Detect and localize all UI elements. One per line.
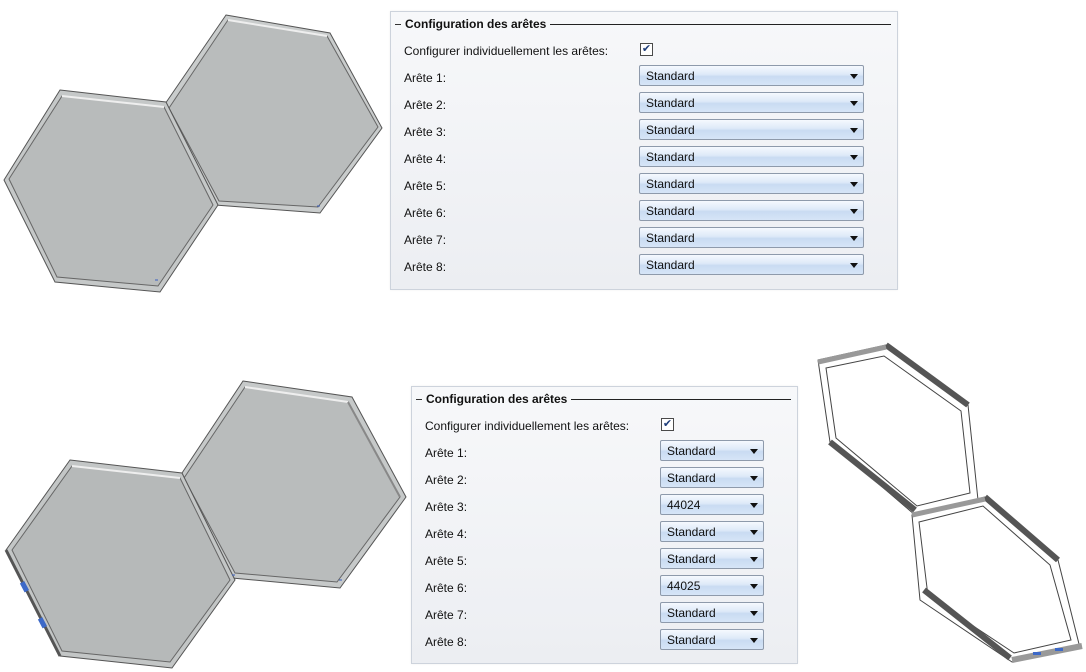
chevron-down-icon bbox=[750, 638, 758, 643]
edge-1-value: Standard bbox=[646, 69, 695, 83]
edge-4-select[interactable]: Standard bbox=[660, 521, 764, 542]
hexagon-model-top bbox=[3, 14, 383, 293]
edge-7-label: Arête 7: bbox=[404, 233, 447, 247]
edge-1-value: Standard bbox=[667, 444, 716, 458]
title-dash bbox=[416, 398, 422, 400]
edge-4-label: Arête 4: bbox=[425, 527, 468, 541]
edge-config-panel-top: Configuration des arêtes Configurer indi… bbox=[390, 11, 898, 290]
edge-6-value: 44025 bbox=[667, 579, 701, 593]
edge-8-label: Arête 8: bbox=[404, 260, 447, 274]
edge-6-label: Arête 6: bbox=[425, 581, 468, 595]
edge-2-value: Standard bbox=[646, 96, 695, 110]
edge-6-value: Standard bbox=[646, 204, 695, 218]
edge-4-select[interactable]: Standard bbox=[639, 146, 864, 167]
edge-5-value: Standard bbox=[667, 552, 716, 566]
individual-config-checkbox[interactable]: ✔ bbox=[661, 418, 674, 431]
chevron-down-icon bbox=[850, 236, 858, 241]
edge-5-select[interactable]: Standard bbox=[660, 548, 764, 569]
chevron-down-icon bbox=[750, 449, 758, 454]
edge-7-value: Standard bbox=[646, 231, 695, 245]
chevron-down-icon bbox=[750, 584, 758, 589]
edge-2-select[interactable]: Standard bbox=[639, 92, 864, 113]
edge-8-value: Standard bbox=[646, 258, 695, 272]
edge-5-select[interactable]: Standard bbox=[639, 173, 864, 194]
chevron-down-icon bbox=[750, 611, 758, 616]
edge-1-select[interactable]: Standard bbox=[639, 65, 864, 86]
individual-config-checkbox[interactable]: ✔ bbox=[640, 43, 653, 56]
edge-3-value: 44024 bbox=[667, 498, 701, 512]
edge-4-value: Standard bbox=[646, 150, 695, 164]
edge-1-label: Arête 1: bbox=[404, 71, 447, 85]
title-rule bbox=[550, 23, 891, 25]
individual-config-label: Configurer individuellement les arêtes: bbox=[425, 419, 630, 433]
panel-title-text: Configuration des arêtes bbox=[426, 392, 568, 406]
edge-2-label: Arête 2: bbox=[425, 473, 468, 487]
chevron-down-icon bbox=[750, 476, 758, 481]
edge-5-value: Standard bbox=[646, 177, 695, 191]
edge-5-label: Arête 5: bbox=[404, 179, 447, 193]
edge-config-panel-bottom: Configuration des arêtes Configurer indi… bbox=[411, 386, 798, 664]
hexagon-frame-model bbox=[817, 342, 1083, 663]
edge-4-label: Arête 4: bbox=[404, 152, 447, 166]
chevron-down-icon bbox=[850, 209, 858, 214]
edge-7-value: Standard bbox=[667, 606, 716, 620]
edge-8-select[interactable]: Standard bbox=[660, 629, 764, 650]
title-rule bbox=[571, 398, 791, 400]
individual-config-label: Configurer individuellement les arêtes: bbox=[404, 44, 609, 58]
chevron-down-icon bbox=[750, 557, 758, 562]
edge-7-select[interactable]: Standard bbox=[660, 602, 764, 623]
edge-5-label: Arête 5: bbox=[425, 554, 468, 568]
edge-3-value: Standard bbox=[646, 123, 695, 137]
edge-8-label: Arête 8: bbox=[425, 635, 468, 649]
title-dash bbox=[395, 23, 401, 25]
edge-6-select[interactable]: Standard bbox=[639, 200, 864, 221]
chevron-down-icon bbox=[850, 155, 858, 160]
edge-8-value: Standard bbox=[667, 633, 716, 647]
panel-title: Configuration des arêtes bbox=[395, 16, 891, 32]
chevron-down-icon bbox=[850, 101, 858, 106]
edge-1-label: Arête 1: bbox=[425, 446, 468, 460]
edge-1-select[interactable]: Standard bbox=[660, 440, 764, 461]
chevron-down-icon bbox=[750, 530, 758, 535]
edge-3-select[interactable]: 44024 bbox=[660, 494, 764, 515]
chevron-down-icon bbox=[850, 74, 858, 79]
panel-title-text: Configuration des arêtes bbox=[405, 17, 547, 31]
chevron-down-icon bbox=[850, 263, 858, 268]
chevron-down-icon bbox=[850, 128, 858, 133]
edge-6-label: Arête 6: bbox=[404, 206, 447, 220]
edge-2-label: Arête 2: bbox=[404, 98, 447, 112]
edge-8-select[interactable]: Standard bbox=[639, 254, 864, 275]
edge-7-label: Arête 7: bbox=[425, 608, 468, 622]
edge-3-label: Arête 3: bbox=[425, 500, 468, 514]
edge-6-select[interactable]: 44025 bbox=[660, 575, 764, 596]
edge-4-value: Standard bbox=[667, 525, 716, 539]
edge-3-label: Arête 3: bbox=[404, 125, 447, 139]
hexagon-model-bottom bbox=[4, 380, 407, 669]
chevron-down-icon bbox=[750, 503, 758, 508]
edge-2-select[interactable]: Standard bbox=[660, 467, 764, 488]
panel-title: Configuration des arêtes bbox=[416, 391, 791, 407]
edge-2-value: Standard bbox=[667, 471, 716, 485]
edge-3-select[interactable]: Standard bbox=[639, 119, 864, 140]
chevron-down-icon bbox=[850, 182, 858, 187]
edge-7-select[interactable]: Standard bbox=[639, 227, 864, 248]
